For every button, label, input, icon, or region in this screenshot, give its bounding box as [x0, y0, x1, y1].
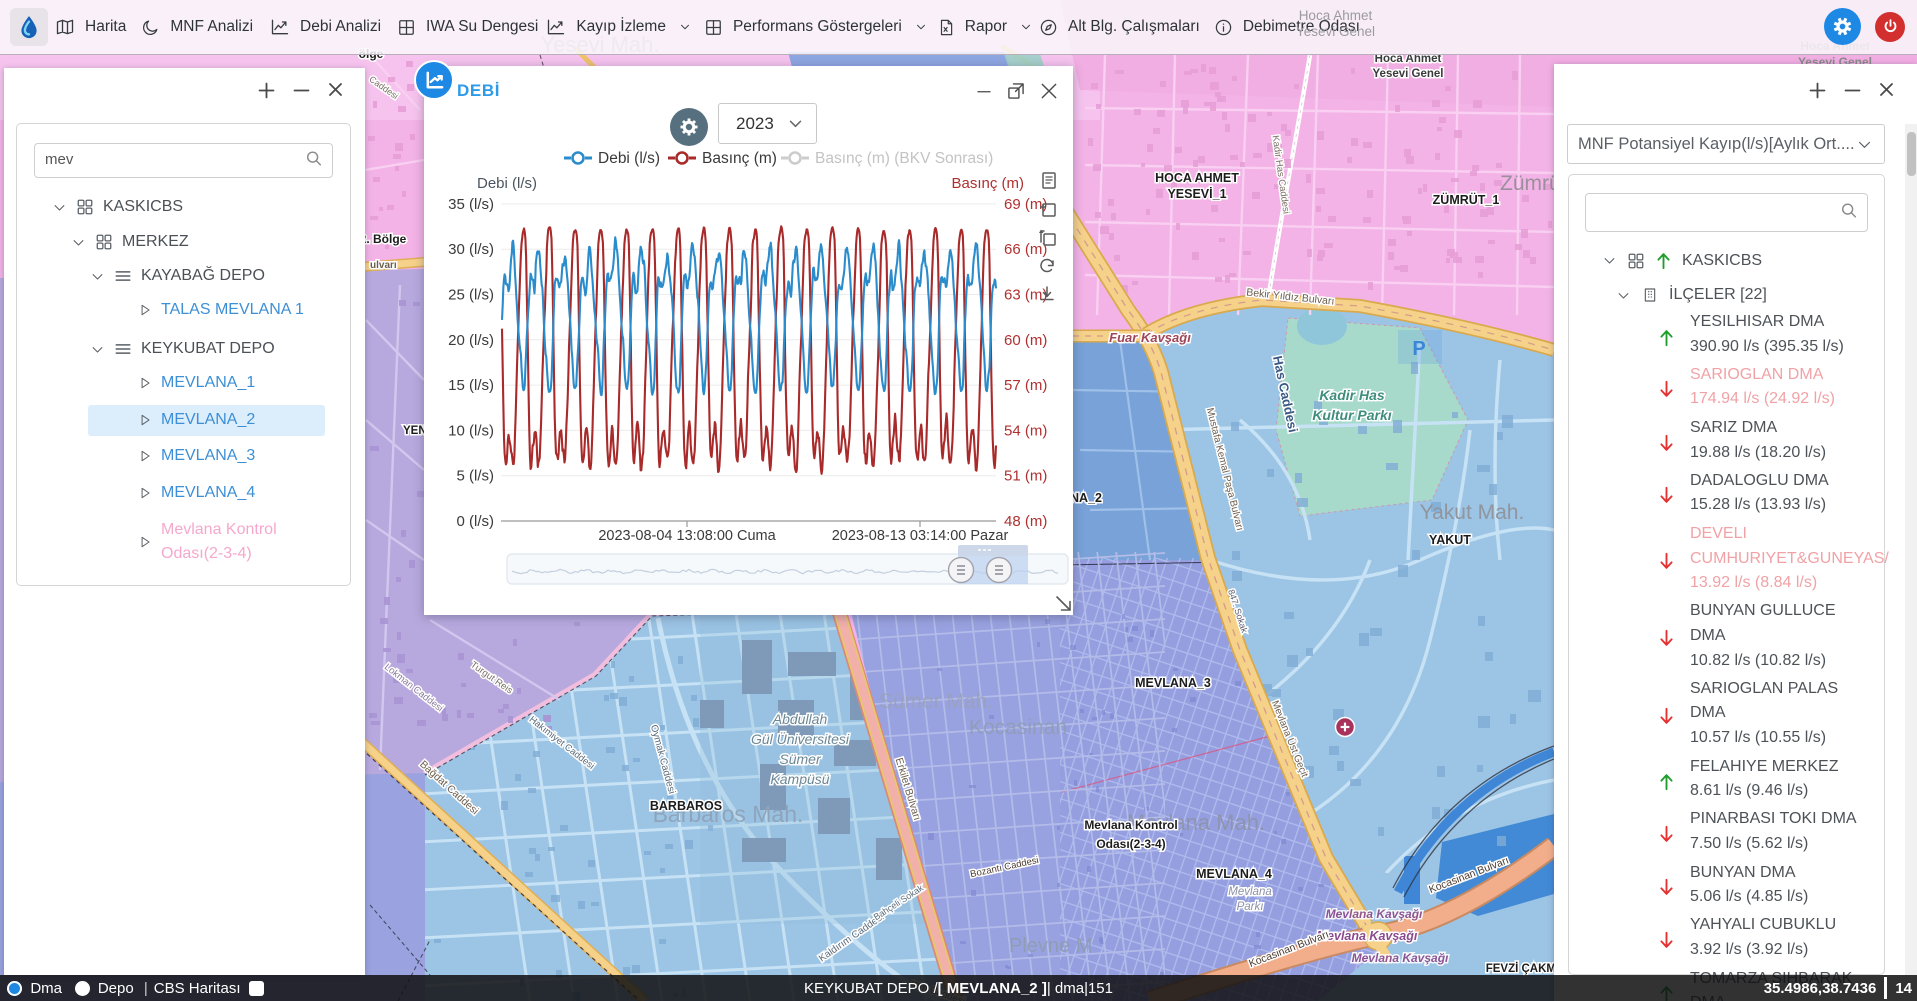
svg-text:Debi (l/s): Debi (l/s) — [598, 150, 660, 167]
svg-text:Kultur Parkı: Kultur Parkı — [1312, 407, 1391, 423]
svg-text:YESEVİ_1: YESEVİ_1 — [1167, 186, 1226, 201]
svg-text:MEVLANA_4: MEVLANA_4 — [1196, 867, 1272, 881]
svg-text:Sümer Mah.: Sümer Mah. — [879, 690, 993, 713]
svg-text:Basınç (m): Basınç (m) — [951, 175, 1024, 192]
svg-text:63 (m): 63 (m) — [1004, 287, 1047, 304]
svg-text:30 (l/s): 30 (l/s) — [448, 241, 494, 258]
svg-text:Kocasinan: Kocasinan — [969, 716, 1067, 739]
svg-text:20 (l/s): 20 (l/s) — [448, 332, 494, 349]
svg-text:Parkı: Parkı — [1237, 901, 1264, 913]
svg-text:48 (m): 48 (m) — [1004, 513, 1047, 530]
svg-text:Mevlana Kontrol: Mevlana Kontrol — [1084, 818, 1177, 832]
svg-text:Kampüsü: Kampüsü — [770, 771, 829, 787]
svg-text:2023-08-04 13:08:00 Cuma: 2023-08-04 13:08:00 Cuma — [598, 528, 776, 544]
svg-text:MEVLANA_3: MEVLANA_3 — [1135, 676, 1211, 690]
svg-text:Gül Üniversitesi: Gül Üniversitesi — [751, 730, 850, 747]
svg-text:0 (l/s): 0 (l/s) — [457, 513, 495, 530]
svg-text:Fuar Kavşağı: Fuar Kavşağı — [1109, 330, 1191, 345]
svg-text:Mevlana Kavşağı: Mevlana Kavşağı — [1326, 907, 1423, 921]
svg-text:Mevlana Kavşağı: Mevlana Kavşağı — [1317, 929, 1418, 943]
svg-text:60 (m): 60 (m) — [1004, 332, 1047, 349]
svg-text:Abdullah: Abdullah — [772, 711, 828, 727]
svg-text:15 (l/s): 15 (l/s) — [448, 377, 494, 394]
svg-text:66 (m): 66 (m) — [1004, 241, 1047, 258]
svg-text:Basınç (m): Basınç (m) — [702, 150, 777, 167]
svg-text:Odası(2-3-4): Odası(2-3-4) — [1096, 837, 1165, 851]
svg-text:Kadir Has: Kadir Has — [1319, 387, 1385, 403]
svg-text:Yakut Mah.: Yakut Mah. — [1420, 501, 1525, 524]
svg-text:35 (l/s): 35 (l/s) — [448, 196, 494, 213]
svg-text:2. Bölge: 2. Bölge — [360, 232, 407, 246]
svg-text:2023-08-13 03:14:00 Pazar: 2023-08-13 03:14:00 Pazar — [832, 528, 1009, 544]
svg-text:HOCA AHMET: HOCA AHMET — [1155, 171, 1239, 185]
svg-text:51 (m): 51 (m) — [1004, 468, 1047, 485]
svg-text:5 (l/s): 5 (l/s) — [457, 468, 495, 485]
svg-text:Mevlana Kavşağı: Mevlana Kavşağı — [1352, 951, 1449, 965]
svg-text:10 (l/s): 10 (l/s) — [448, 422, 494, 439]
svg-text:Mevlana: Mevlana — [1228, 886, 1271, 898]
svg-text:54 (m): 54 (m) — [1004, 422, 1047, 439]
svg-text:ZÜMRÜT_1: ZÜMRÜT_1 — [1433, 192, 1500, 207]
svg-text:Basınç (m) (BKV Sonrası): Basınç (m) (BKV Sonrası) — [815, 150, 993, 167]
svg-text:FEVZİ ÇAKMA: FEVZİ ÇAKMA — [1486, 962, 1565, 975]
svg-text:57 (m): 57 (m) — [1004, 377, 1047, 394]
svg-text:Yesevi Genel: Yesevi Genel — [1373, 68, 1444, 80]
svg-text:Plevne M: Plevne M — [1009, 935, 1092, 957]
svg-text:ulvarı: ulvarı — [370, 260, 397, 271]
svg-text:YAKUT: YAKUT — [1429, 533, 1471, 547]
svg-text:Sümer: Sümer — [779, 751, 822, 767]
svg-text:25 (l/s): 25 (l/s) — [448, 287, 494, 304]
svg-text:69 (m): 69 (m) — [1004, 196, 1047, 213]
svg-text:Debi (l/s): Debi (l/s) — [477, 175, 537, 192]
svg-text:BARBAROS: BARBAROS — [650, 799, 722, 813]
